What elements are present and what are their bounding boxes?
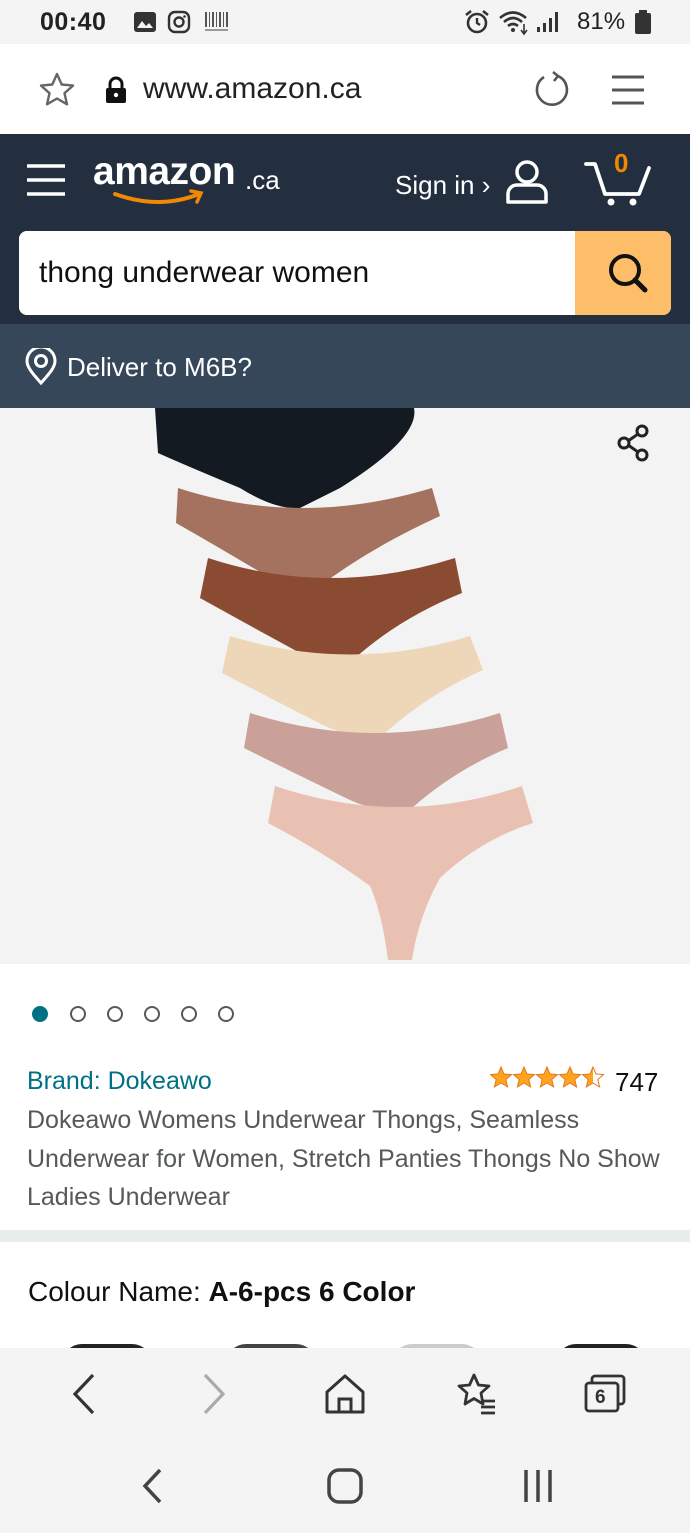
product-image[interactable]: [0, 408, 690, 964]
account-button[interactable]: [503, 156, 553, 209]
share-button[interactable]: [604, 414, 664, 474]
home-button[interactable]: [323, 1372, 367, 1419]
product-title: Dokeawo Womens Underwear Thongs, Seamles…: [27, 1106, 660, 1211]
star-rating[interactable]: [489, 1065, 606, 1095]
user-icon: [506, 160, 548, 204]
url-text[interactable]: www.amazon.ca: [143, 72, 361, 106]
back-icon: [72, 1373, 95, 1415]
carousel-dot[interactable]: [32, 1006, 48, 1022]
section-divider: [0, 1230, 690, 1242]
browser-menu-button[interactable]: [609, 72, 647, 111]
reload-icon: [535, 70, 569, 107]
back-button[interactable]: [68, 1372, 100, 1419]
forward-icon: [203, 1373, 226, 1415]
brand-link[interactable]: Brand: Dokeawo: [27, 1067, 212, 1096]
carousel-dot[interactable]: [218, 1006, 234, 1022]
battery-icon: [635, 10, 651, 34]
lock-icon: [106, 76, 126, 103]
location-pin-icon: [25, 348, 57, 386]
logo-smile-icon: [113, 189, 204, 204]
tab-count: 6: [595, 1387, 606, 1408]
carousel-dot[interactable]: [70, 1006, 86, 1022]
colour-name: Colour Name: A-6-pcs 6 Color: [28, 1276, 415, 1308]
instagram-icon: [167, 10, 191, 34]
battery-percent: 81%: [577, 8, 626, 35]
deliver-to-text[interactable]: Deliver to M6B?: [67, 352, 252, 383]
home-icon: [325, 1374, 365, 1414]
cart-button[interactable]: 0: [583, 148, 655, 208]
menu-icon: [612, 75, 644, 105]
bookmark-star-button[interactable]: [38, 71, 76, 110]
search-bar: [19, 231, 671, 315]
recent-apps-icon: [524, 1470, 552, 1502]
system-back-button[interactable]: [138, 1466, 166, 1509]
product-photo: [155, 408, 533, 960]
rating-stars-icon: [489, 1065, 605, 1089]
star-icon: [39, 72, 75, 106]
wifi-icon: [499, 11, 528, 36]
carousel-dot[interactable]: [144, 1006, 160, 1022]
hamburger-menu-button[interactable]: [25, 160, 67, 203]
forward-button[interactable]: [198, 1372, 230, 1419]
amazon-logo[interactable]: amazon .ca: [93, 148, 293, 212]
bookmarks-button[interactable]: [454, 1372, 498, 1419]
tabs-button[interactable]: 6: [582, 1372, 628, 1416]
carousel-dot[interactable]: [107, 1006, 123, 1022]
alarm-icon: [465, 9, 489, 34]
logo-suffix: .ca: [245, 165, 280, 195]
underwear-stack: [155, 408, 533, 960]
system-home-icon: [327, 1468, 363, 1504]
search-button[interactable]: [575, 231, 671, 315]
hamburger-icon: [27, 164, 65, 196]
colour-label: Colour Name:: [28, 1276, 209, 1307]
bookmarks-icon: [457, 1373, 495, 1415]
cart-count: 0: [614, 148, 629, 178]
signal-icon: [537, 12, 558, 32]
carousel-dot[interactable]: [181, 1006, 197, 1022]
recent-apps-button[interactable]: [520, 1466, 556, 1509]
system-back-icon: [142, 1468, 162, 1504]
barcode-icon: [205, 12, 228, 31]
sign-in-link[interactable]: Sign in ›: [395, 170, 490, 201]
system-home-button[interactable]: [325, 1466, 365, 1509]
rating-count[interactable]: 747: [615, 1067, 658, 1098]
search-input[interactable]: [19, 231, 575, 315]
status-time: 00:40: [40, 8, 107, 36]
reload-button[interactable]: [532, 70, 572, 113]
colour-value: A-6-pcs 6 Color: [208, 1276, 416, 1307]
search-icon: [609, 254, 648, 293]
gallery-icon: [134, 12, 156, 32]
share-icon: [617, 424, 649, 462]
